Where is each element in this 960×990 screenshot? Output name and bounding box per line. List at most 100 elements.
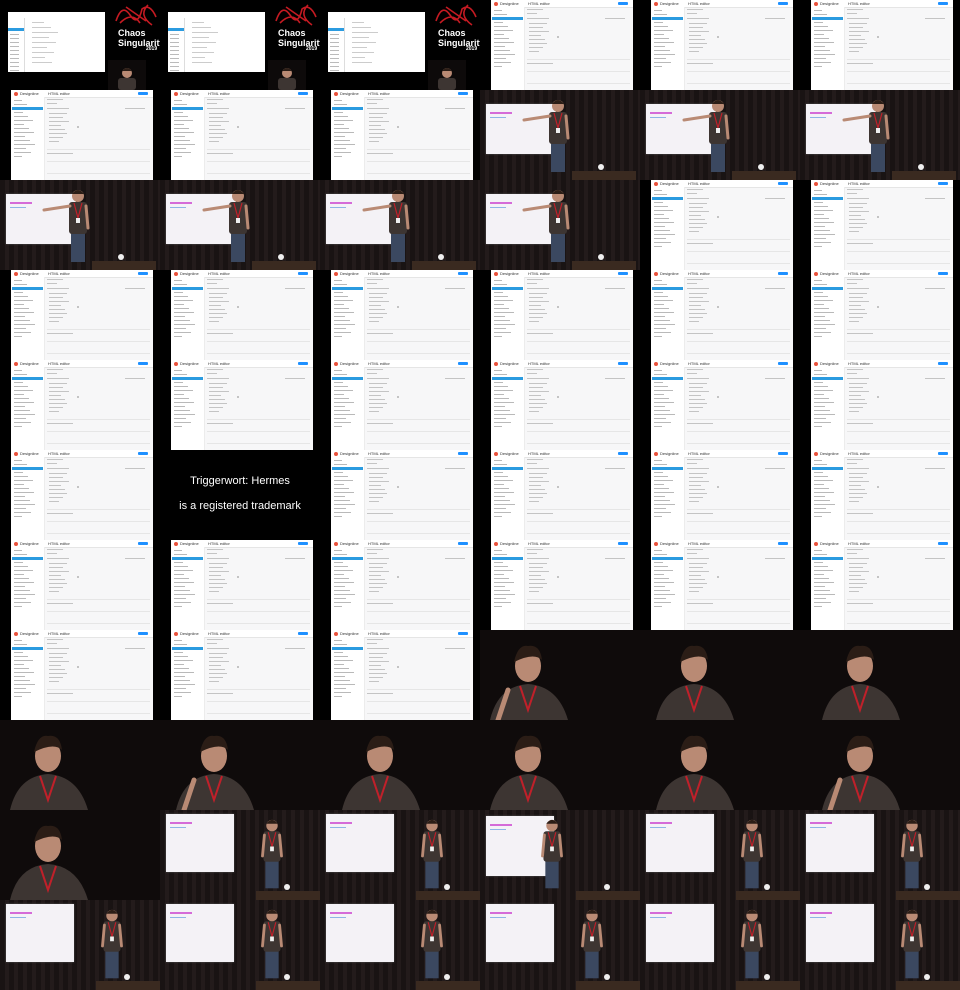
sidebar-item[interactable] <box>814 38 829 39</box>
sidebar-item[interactable] <box>14 136 25 137</box>
sidebar-item[interactable] <box>814 206 828 207</box>
sidebar-item[interactable] <box>174 300 193 301</box>
sidebar-item[interactable] <box>14 504 35 505</box>
sidebar-item[interactable] <box>14 316 25 317</box>
sidebar-item[interactable] <box>494 602 511 603</box>
sidebar-item[interactable] <box>814 234 835 235</box>
sidebar-item[interactable] <box>494 550 502 551</box>
sidebar-item[interactable] <box>14 426 22 427</box>
sidebar-item[interactable] <box>14 476 28 477</box>
sidebar-item[interactable] <box>654 496 665 497</box>
sidebar-item[interactable] <box>814 194 827 195</box>
sidebar-item[interactable] <box>494 516 502 517</box>
sidebar-item-active[interactable] <box>172 107 203 110</box>
sidebar-item[interactable] <box>814 280 822 281</box>
sidebar-item[interactable] <box>654 54 675 55</box>
sidebar-item[interactable] <box>814 426 822 427</box>
sidebar-item-active[interactable] <box>812 17 843 20</box>
sidebar-item-active[interactable] <box>12 377 43 380</box>
sidebar-item[interactable] <box>494 488 509 489</box>
sidebar-item[interactable] <box>174 402 194 403</box>
sidebar-item[interactable] <box>654 190 662 191</box>
sidebar-item[interactable] <box>14 488 29 489</box>
sidebar-item[interactable] <box>174 320 190 321</box>
sidebar-item[interactable] <box>654 304 664 305</box>
sidebar-item[interactable] <box>14 296 28 297</box>
sidebar-item[interactable] <box>174 124 184 125</box>
sidebar-item[interactable] <box>174 144 195 145</box>
sidebar-item[interactable] <box>334 504 355 505</box>
sidebar-item[interactable] <box>814 550 822 551</box>
primary-button[interactable] <box>618 272 628 275</box>
sidebar-item[interactable] <box>334 562 343 563</box>
sidebar-item[interactable] <box>174 116 188 117</box>
sidebar-item[interactable] <box>334 308 349 309</box>
sidebar-item-active[interactable] <box>492 17 523 20</box>
sidebar-item[interactable] <box>14 308 29 309</box>
primary-button[interactable] <box>778 182 788 185</box>
sidebar-item[interactable] <box>174 414 195 415</box>
sidebar-item[interactable] <box>814 10 822 11</box>
sidebar-item[interactable] <box>334 512 351 513</box>
sidebar-item[interactable] <box>174 426 182 427</box>
sidebar-item[interactable] <box>494 500 510 501</box>
sidebar-item[interactable] <box>334 508 346 509</box>
sidebar-item[interactable] <box>174 280 182 281</box>
sidebar-item[interactable] <box>814 320 830 321</box>
sidebar-item[interactable] <box>14 390 33 391</box>
sidebar-item[interactable] <box>494 578 509 579</box>
sidebar-item[interactable] <box>814 488 829 489</box>
sidebar-item[interactable] <box>334 606 342 607</box>
sidebar-item[interactable] <box>14 594 35 595</box>
sidebar-item[interactable] <box>814 312 834 313</box>
sidebar-item[interactable] <box>494 398 509 399</box>
sidebar-item[interactable] <box>14 148 26 149</box>
sidebar-item[interactable] <box>814 238 826 239</box>
sidebar-item[interactable] <box>654 484 664 485</box>
sidebar-item[interactable] <box>494 484 504 485</box>
sidebar-item[interactable] <box>654 492 674 493</box>
sidebar-item[interactable] <box>494 374 507 375</box>
sidebar-item[interactable] <box>654 562 663 563</box>
sidebar-item[interactable] <box>494 414 515 415</box>
sidebar-item[interactable] <box>334 496 345 497</box>
sidebar-item[interactable] <box>814 242 831 243</box>
sidebar-item[interactable] <box>334 680 350 681</box>
primary-button[interactable] <box>938 362 948 365</box>
sidebar-item[interactable] <box>14 336 22 337</box>
sidebar-item[interactable] <box>654 234 675 235</box>
sidebar-item[interactable] <box>654 554 667 555</box>
sidebar-item[interactable] <box>14 324 35 325</box>
primary-button[interactable] <box>458 452 468 455</box>
primary-button[interactable] <box>138 92 148 95</box>
sidebar-item[interactable] <box>654 320 670 321</box>
sidebar-item[interactable] <box>14 656 28 657</box>
sidebar-item[interactable] <box>494 422 511 423</box>
sidebar-item[interactable] <box>494 590 510 591</box>
sidebar-item[interactable] <box>654 328 666 329</box>
sidebar-item[interactable] <box>814 26 828 27</box>
sidebar-item[interactable] <box>494 26 508 27</box>
sidebar-item[interactable] <box>334 472 343 473</box>
sidebar-item[interactable] <box>494 10 502 11</box>
sidebar-item[interactable] <box>494 504 515 505</box>
primary-button[interactable] <box>298 362 308 365</box>
sidebar-item[interactable] <box>814 496 825 497</box>
sidebar-item[interactable] <box>334 664 344 665</box>
sidebar-item[interactable] <box>494 410 510 411</box>
sidebar-item[interactable] <box>14 464 27 465</box>
sidebar-item[interactable] <box>654 370 662 371</box>
sidebar-item[interactable] <box>14 124 24 125</box>
sidebar-item-active[interactable] <box>332 287 363 290</box>
sidebar-item[interactable] <box>14 644 27 645</box>
sidebar-item[interactable] <box>334 672 354 673</box>
sidebar-item[interactable] <box>814 390 833 391</box>
primary-button[interactable] <box>458 542 468 545</box>
sidebar-item[interactable] <box>814 406 825 407</box>
primary-button[interactable] <box>618 362 628 365</box>
sidebar-item[interactable] <box>334 484 344 485</box>
sidebar-item[interactable] <box>334 100 342 101</box>
sidebar-item[interactable] <box>174 582 194 583</box>
sidebar-item[interactable] <box>654 10 662 11</box>
sidebar-item[interactable] <box>174 422 191 423</box>
